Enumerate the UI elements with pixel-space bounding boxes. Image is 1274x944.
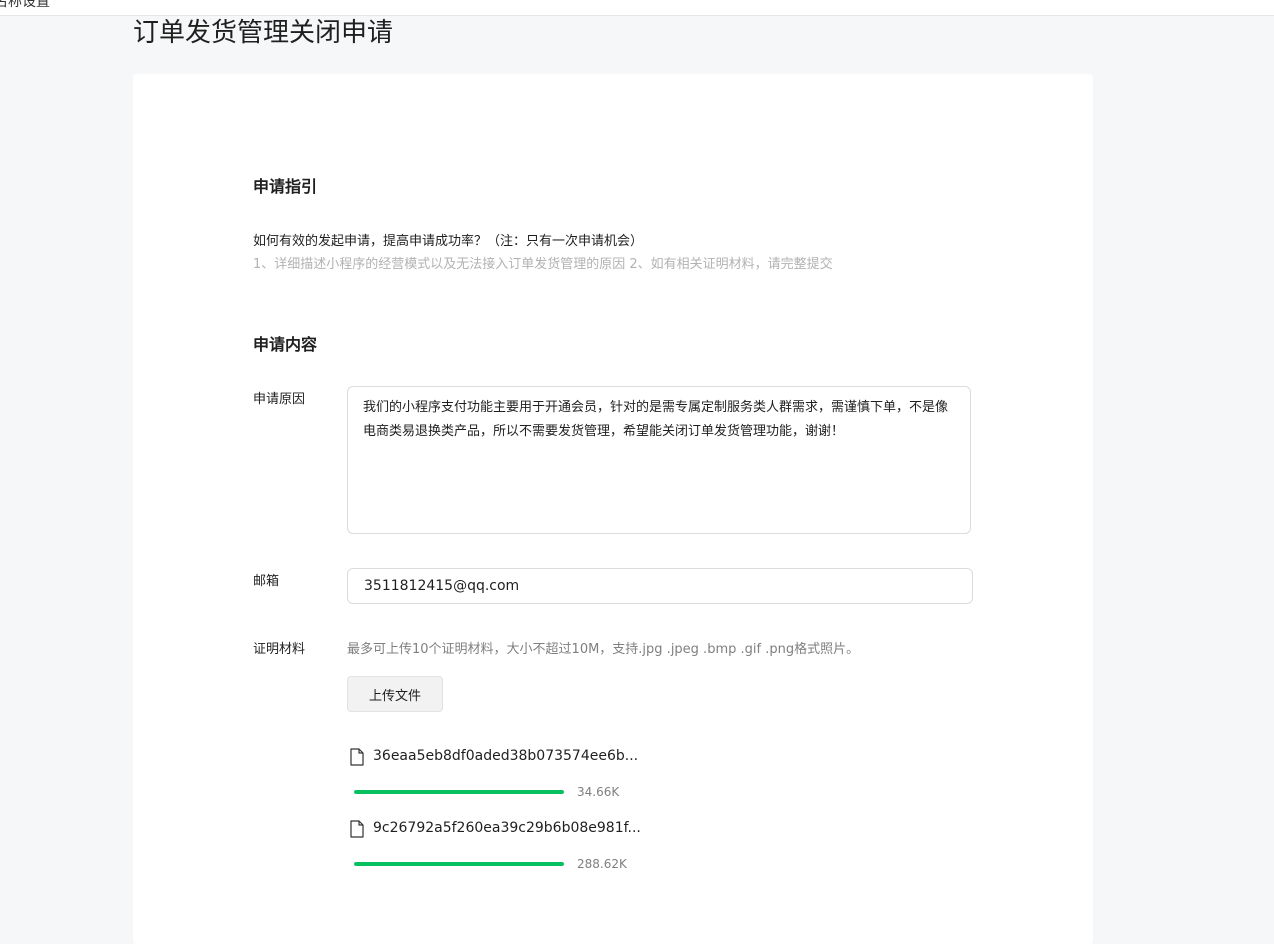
guide-tips: 1、详细描述小程序的经营模式以及无法接入订单发货管理的原因 2、如有相关证明材料… [253,257,833,272]
file-item: 9c26792a5f260ea39c29b6b08e981f... 288.62… [347,820,647,880]
guide-question: 如何有效的发起申请，提高申请成功率？（注：只有一次申请机会） [253,234,644,249]
page-title: 订单发货管理关闭申请 [133,18,394,48]
reason-textarea[interactable]: 我们的小程序支付功能主要用于开通会员，针对的是需专属定制服务类人群需求，需谨慎下… [347,386,971,534]
application-form-card: 申请指引 如何有效的发起申请，提高申请成功率？（注：只有一次申请机会） 1、详细… [133,74,1093,944]
email-label: 邮箱 [253,574,280,589]
upload-file-button[interactable]: 上传文件 [347,676,443,712]
file-size: 288.62K [577,857,627,871]
content-section-title: 申请内容 [253,335,318,354]
upload-progress-fill [354,790,564,794]
upload-progress-fill [354,862,564,866]
file-name[interactable]: 36eaa5eb8df0aded38b073574ee6b... [373,748,638,764]
file-size: 34.66K [577,785,620,799]
upload-progress-bar [354,790,564,794]
upload-hint: 最多可上传10个证明材料，大小不超过10M，支持.jpg .jpeg .bmp … [347,642,860,657]
material-label: 证明材料 [253,642,306,657]
reason-label: 申请原因 [253,392,306,407]
email-field[interactable] [347,568,973,604]
top-bar-text: 名称设置 [0,0,50,10]
file-item: 36eaa5eb8df0aded38b073574ee6b... 34.66K [347,748,647,808]
file-name[interactable]: 9c26792a5f260ea39c29b6b08e981f... [373,820,641,836]
guide-section-title: 申请指引 [253,177,318,196]
file-icon [350,820,364,838]
upload-progress-bar [354,862,564,866]
file-icon [350,748,364,766]
